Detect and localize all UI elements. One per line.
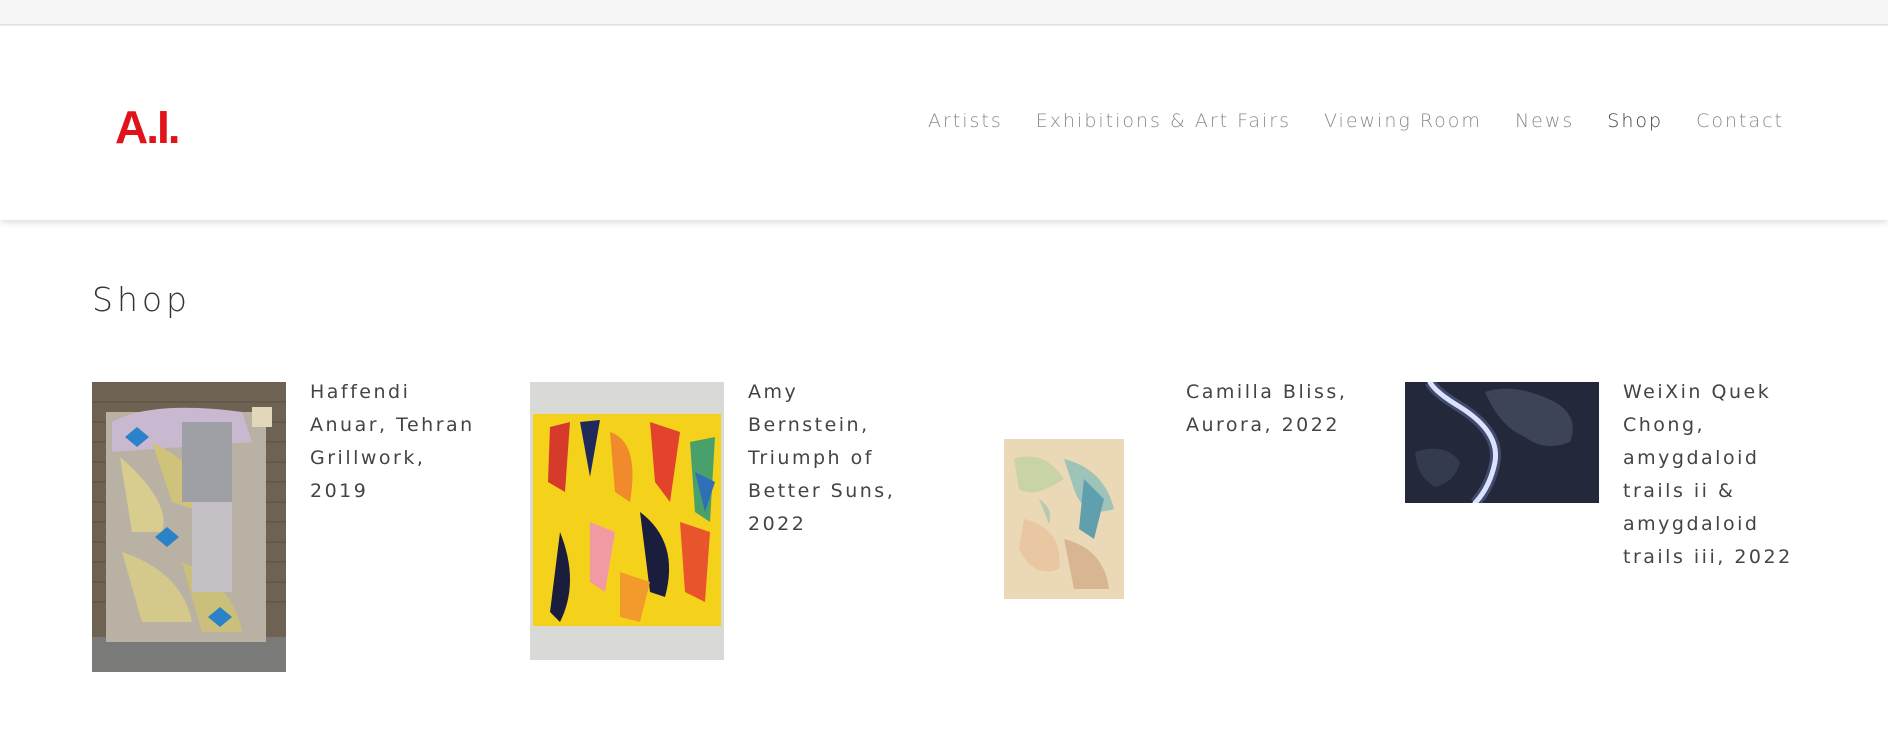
product-image[interactable] xyxy=(1405,382,1599,503)
caption-line: amygdaloid xyxy=(1623,447,1760,469)
caption-line: amygdaloid xyxy=(1623,513,1760,535)
caption-line: WeiXin Quek xyxy=(1623,381,1772,403)
nav-contact[interactable]: Contact xyxy=(1696,110,1784,132)
main-nav: Artists Exhibitions & Art Fairs Viewing … xyxy=(928,110,1784,132)
product-card[interactable]: Camilla Bliss, Aurora, 2022 xyxy=(1004,381,1364,602)
page-title: Shop xyxy=(92,280,191,319)
caption-line: Triumph of xyxy=(748,447,874,469)
caption-line: Aurora, 2022 xyxy=(1186,414,1340,436)
product-card[interactable]: Haffendi Anuar, Tehran Grillwork, 2019 xyxy=(92,381,512,672)
caption-line: Better Suns, xyxy=(748,480,896,502)
product-image[interactable] xyxy=(1004,439,1124,599)
product-caption[interactable]: Camilla Bliss, Aurora, 2022 xyxy=(1186,376,1364,442)
product-caption[interactable]: Amy Bernstein, Triumph of Better Suns, 2… xyxy=(748,376,918,541)
product-image[interactable] xyxy=(530,382,724,660)
caption-line: Chong, xyxy=(1623,414,1706,436)
caption-line: Anuar, Tehran xyxy=(310,414,475,436)
nav-news[interactable]: News xyxy=(1515,110,1574,132)
nav-shop[interactable]: Shop xyxy=(1607,110,1663,132)
product-card[interactable]: WeiXin Quek Chong, amygdaloid trails ii … xyxy=(1405,381,1805,582)
nav-artists[interactable]: Artists xyxy=(928,110,1003,132)
product-card[interactable]: Amy Bernstein, Triumph of Better Suns, 2… xyxy=(530,381,920,662)
product-caption[interactable]: WeiXin Quek Chong, amygdaloid trails ii … xyxy=(1623,376,1803,574)
caption-line: Haffendi xyxy=(310,381,411,403)
product-caption[interactable]: Haffendi Anuar, Tehran Grillwork, 2019 xyxy=(310,376,510,508)
caption-line: Bernstein, xyxy=(748,414,870,436)
caption-line: Grillwork, xyxy=(310,447,426,469)
caption-line: Amy xyxy=(748,381,799,403)
browser-top-strip xyxy=(0,0,1888,25)
caption-line: 2022 xyxy=(748,513,807,535)
product-image[interactable] xyxy=(92,382,286,672)
nav-exhibitions-art-fairs[interactable]: Exhibitions & Art Fairs xyxy=(1036,110,1291,132)
caption-line: 2019 xyxy=(310,480,369,502)
caption-line: Camilla Bliss, xyxy=(1186,381,1348,403)
site-header: A.I. Artists Exhibitions & Art Fairs Vie… xyxy=(0,26,1888,220)
site-logo[interactable]: A.I. xyxy=(115,100,181,154)
caption-line: trails iii, 2022 xyxy=(1623,546,1793,568)
caption-line: trails ii & xyxy=(1623,480,1736,502)
nav-viewing-room[interactable]: Viewing Room xyxy=(1324,110,1482,132)
